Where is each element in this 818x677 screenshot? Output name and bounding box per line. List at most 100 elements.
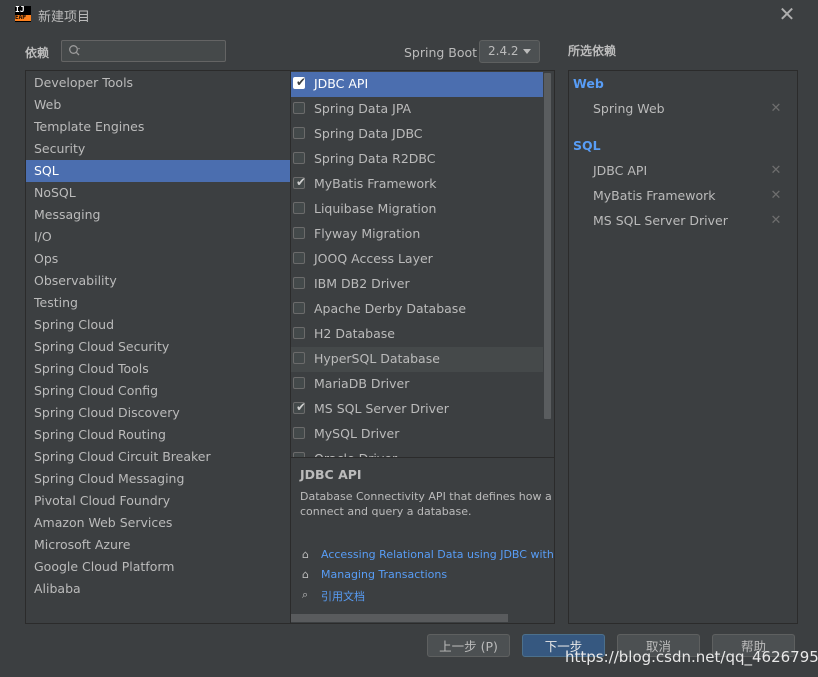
dependency-label: HyperSQL Database xyxy=(314,351,440,366)
close-icon[interactable]: ✕ xyxy=(776,3,798,25)
category-item[interactable]: Spring Cloud Config xyxy=(26,380,290,402)
dependency-item[interactable]: Oracle Driver xyxy=(291,447,543,457)
home-icon: ⌂ xyxy=(302,548,309,561)
category-item[interactable]: Web xyxy=(26,94,290,116)
checkmark-icon: ✔ xyxy=(296,400,307,414)
remove-icon[interactable]: ✕ xyxy=(770,102,782,116)
dependency-checkbox[interactable] xyxy=(293,427,305,439)
dependency-item[interactable]: Liquibase Migration xyxy=(291,197,543,222)
window-title: 新建项目 xyxy=(38,10,91,25)
category-item[interactable]: Spring Cloud Routing xyxy=(26,424,290,446)
dependency-label: IBM DB2 Driver xyxy=(314,276,410,291)
category-item[interactable]: NoSQL xyxy=(26,182,290,204)
dependency-checkbox[interactable] xyxy=(293,277,305,289)
selected-dependency-item: MyBatis Framework xyxy=(593,188,716,203)
category-item[interactable]: Testing xyxy=(26,292,290,314)
category-item[interactable]: Security xyxy=(26,138,290,160)
dependencies-label: 依赖 xyxy=(25,46,50,60)
dependency-checkbox[interactable]: ✔ xyxy=(293,75,307,89)
dependency-checkbox[interactable] xyxy=(293,202,305,214)
selected-group-header: SQL xyxy=(573,138,601,153)
category-item[interactable]: Spring Cloud Messaging xyxy=(26,468,290,490)
dependency-item[interactable]: Spring Data JPA xyxy=(291,97,543,122)
dependency-label: MariaDB Driver xyxy=(314,376,410,391)
dependency-list-scrollbar[interactable] xyxy=(544,73,551,419)
watermark-text: https://blog.csdn.net/qq_46267953 xyxy=(565,648,818,666)
dependency-item[interactable]: JOOQ Access Layer xyxy=(291,247,543,272)
remove-icon[interactable]: ✕ xyxy=(770,214,782,228)
search-icon xyxy=(69,45,80,56)
category-item[interactable]: Alibaba xyxy=(26,578,290,600)
spring-boot-version-select[interactable]: 2.4.2 xyxy=(479,40,540,63)
dependency-checkbox[interactable] xyxy=(293,227,305,239)
dependency-checkbox[interactable] xyxy=(293,327,305,339)
description-link-row: ⌂ Accessing Relational Data using JDBC wi… xyxy=(300,547,554,565)
checkmark-icon: ✔ xyxy=(296,75,307,89)
dependency-label: Spring Data JPA xyxy=(314,101,412,116)
dependency-checkbox[interactable] xyxy=(293,252,305,264)
dependency-checkbox[interactable] xyxy=(293,127,305,139)
dependency-checkbox[interactable] xyxy=(293,377,305,389)
remove-icon[interactable]: ✕ xyxy=(770,164,782,178)
category-item[interactable]: Spring Cloud xyxy=(26,314,290,336)
category-item[interactable]: Pivotal Cloud Foundry xyxy=(26,490,290,512)
dependency-label: Flyway Migration xyxy=(314,226,421,241)
dependency-checkbox[interactable]: ✔ xyxy=(293,175,307,189)
description-line-1: Database Connectivity API that defines h… xyxy=(300,490,554,503)
description-link[interactable]: 引用文档 xyxy=(321,588,365,604)
dependency-checkbox[interactable] xyxy=(293,302,305,314)
selected-dependencies-label: 所选依赖 xyxy=(568,44,617,58)
category-item[interactable]: Messaging xyxy=(26,204,290,226)
dependency-checkbox[interactable] xyxy=(293,152,305,164)
category-item[interactable]: Amazon Web Services xyxy=(26,512,290,534)
dependency-item[interactable]: H2 Database xyxy=(291,322,543,347)
logo-text: IJ xyxy=(15,5,25,14)
dependency-item[interactable]: Apache Derby Database xyxy=(291,297,543,322)
dependency-item[interactable]: Spring Data JDBC xyxy=(291,122,543,147)
panel-divider xyxy=(291,457,554,458)
dependency-label: MS SQL Server Driver xyxy=(314,401,449,416)
dependency-item[interactable]: IBM DB2 Driver xyxy=(291,272,543,297)
dependency-panel: ✔ JDBC API Spring Data JPA Spring Data JDBC… xyxy=(290,70,555,624)
dependency-label: Spring Data R2DBC xyxy=(314,151,436,166)
description-link[interactable]: Accessing Relational Data using JDBC wit… xyxy=(321,548,554,561)
category-item[interactable]: SQL xyxy=(26,160,290,182)
category-item[interactable]: I/O xyxy=(26,226,290,248)
dependency-item[interactable]: Spring Data R2DBC xyxy=(291,147,543,172)
dependency-item[interactable]: ✔ MS SQL Server Driver xyxy=(291,397,543,422)
dependency-item[interactable]: Flyway Migration xyxy=(291,222,543,247)
dependency-label: MyBatis Framework xyxy=(314,176,437,191)
selected-dependency-item: Spring Web xyxy=(593,101,665,116)
selected-group-header: Web xyxy=(573,76,604,91)
dependency-label: JDBC API xyxy=(314,76,369,91)
category-item[interactable]: Spring Cloud Tools xyxy=(26,358,290,380)
dependency-item[interactable]: HyperSQL Database xyxy=(291,347,543,372)
dependency-label: Liquibase Migration xyxy=(314,201,437,216)
remove-icon[interactable]: ✕ xyxy=(770,189,782,203)
dependency-list: ✔ JDBC API Spring Data JPA Spring Data JDBC… xyxy=(291,71,543,457)
description-text: Database Connectivity API that defines h… xyxy=(300,489,554,519)
search-input[interactable] xyxy=(88,42,218,60)
dependency-checkbox[interactable]: ✔ xyxy=(293,400,307,414)
dependency-item[interactable]: MariaDB Driver xyxy=(291,372,543,397)
home-icon: ⌂ xyxy=(302,568,309,581)
dependency-item[interactable]: ✔ MyBatis Framework xyxy=(291,172,543,197)
dependency-item[interactable]: MySQL Driver xyxy=(291,422,543,447)
category-item[interactable]: Microsoft Azure xyxy=(26,534,290,556)
dependency-checkbox[interactable] xyxy=(293,102,305,114)
description-link[interactable]: Managing Transactions xyxy=(321,568,447,581)
category-item[interactable]: Developer Tools xyxy=(26,72,290,94)
category-item[interactable]: Spring Cloud Circuit Breaker xyxy=(26,446,290,468)
checkmark-icon: ✔ xyxy=(296,175,307,189)
category-item[interactable]: Google Cloud Platform xyxy=(26,556,290,578)
category-item[interactable]: Spring Cloud Security xyxy=(26,336,290,358)
dependency-item[interactable]: ✔ JDBC API xyxy=(291,72,543,97)
category-item[interactable]: Observability xyxy=(26,270,290,292)
category-item[interactable]: Template Engines xyxy=(26,116,290,138)
category-item[interactable]: Ops xyxy=(26,248,290,270)
category-item[interactable]: Spring Cloud Discovery xyxy=(26,402,290,424)
dependency-checkbox[interactable] xyxy=(293,352,305,364)
previous-button[interactable]: 上一步 (P) xyxy=(427,634,510,657)
search-box[interactable] xyxy=(61,40,226,62)
horizontal-scrollbar[interactable] xyxy=(291,614,508,622)
